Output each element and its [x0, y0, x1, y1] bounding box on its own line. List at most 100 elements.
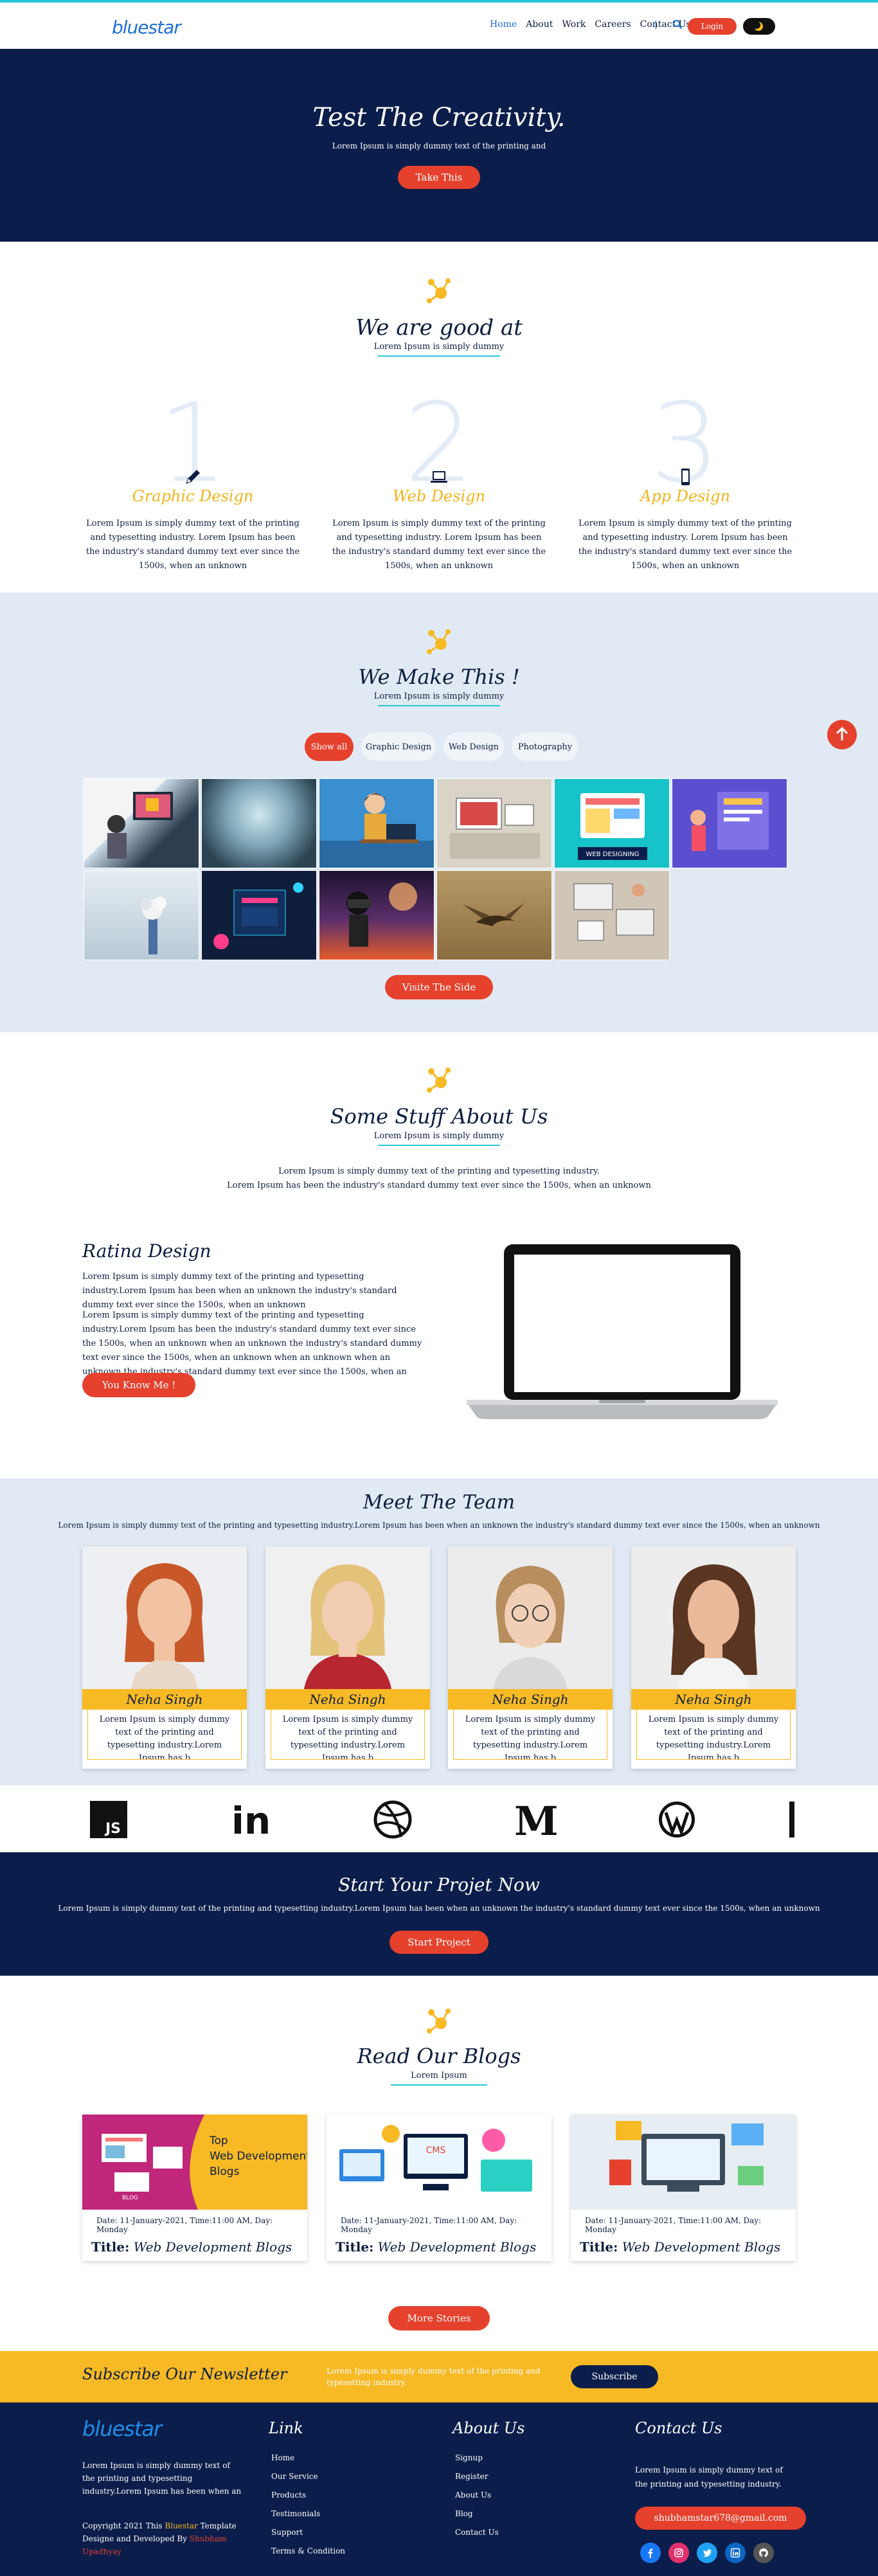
team-card[interactable]: Neha Singh Lorem Ipsum is simply dummy t…	[631, 1546, 796, 1769]
gallery-image-designer-desk[interactable]	[84, 778, 199, 868]
facebook-icon[interactable]	[640, 2543, 661, 2563]
footer-link-title: Link	[269, 2419, 303, 2437]
about-intro: Lorem Ipsum is simply dummy text of the …	[227, 1167, 651, 1190]
gallery-image-tech-board[interactable]	[201, 870, 317, 960]
nav-link-contact[interactable]: Contact Us	[640, 19, 691, 30]
team-member-bio: Lorem Ipsum is simply dummy text of the …	[87, 1710, 242, 1760]
skill-card-web: 2 Web Design Lorem Ipsum is simply dummy…	[323, 389, 555, 573]
footer-link-terms[interactable]: Terms & Condition	[271, 2542, 345, 2561]
linkedin-logo-icon: in	[231, 1800, 273, 1839]
blog-banner-line2: Web Development	[210, 2150, 307, 2163]
team-member-bio: Lorem Ipsum is simply dummy text of the …	[271, 1710, 425, 1760]
search-icon[interactable]	[672, 19, 683, 30]
newsletter-text: Lorem Ipsum is simply dummy text of the …	[327, 2366, 541, 2387]
js-logo-icon: JS	[90, 1800, 127, 1839]
instagram-icon[interactable]	[668, 2543, 689, 2563]
footer-link-products[interactable]: Products	[271, 2486, 345, 2505]
blogs-subtitle: Lorem Ipsum	[0, 2071, 878, 2086]
svg-text:JS: JS	[104, 1821, 121, 1837]
blog-title[interactable]: Title: Web Development Blogs	[327, 2237, 551, 2257]
linkedin-icon[interactable]	[725, 2543, 746, 2563]
footer-contact-title: Contact Us	[635, 2419, 722, 2437]
footer-link-testimonials[interactable]: Testimonials	[271, 2505, 345, 2523]
blog-card[interactable]: Date: 11-January-2021, Time:11:00 AM, Da…	[571, 2115, 796, 2261]
team-photo	[448, 1546, 613, 1689]
hub-icon	[427, 629, 451, 654]
gallery-image-tunnel[interactable]	[201, 778, 317, 868]
footer-link-about-us[interactable]: About Us	[455, 2486, 499, 2505]
nav-link-work[interactable]: Work	[562, 19, 586, 30]
team-member-bio: Lorem Ipsum is simply dummy text of the …	[636, 1710, 791, 1760]
gallery-image-workspace-sketch[interactable]	[436, 778, 552, 868]
footer-about-title: About Us	[452, 2419, 525, 2437]
team-card[interactable]: Neha Singh Lorem Ipsum is simply dummy t…	[448, 1546, 613, 1769]
skills-title: We are good at	[355, 315, 523, 341]
you-know-me-button[interactable]: You Know Me !	[82, 1373, 195, 1397]
blog-title[interactable]: Title: Web Development Blogs	[571, 2237, 796, 2257]
nav-separator: |	[654, 19, 658, 30]
more-stories-button[interactable]: More Stories	[388, 2306, 490, 2330]
footer-logo[interactable]: bluestar	[82, 2417, 162, 2441]
footer-link-home[interactable]: Home	[271, 2449, 345, 2467]
filter-show-all[interactable]: Show all	[305, 733, 354, 761]
team-member-name: Neha Singh	[631, 1689, 796, 1710]
footer-link-contact-us[interactable]: Contact Us	[455, 2523, 499, 2542]
team-member-name: Neha Singh	[265, 1689, 430, 1710]
scroll-to-top-button[interactable]	[827, 720, 857, 749]
blog-title[interactable]: Title: Web Development Blogs	[82, 2237, 307, 2257]
partner-logos-strip	[0, 1785, 878, 1852]
cta-subtitle: Lorem Ipsum is simply dummy text of the …	[58, 1904, 820, 1913]
hub-icon	[427, 2008, 451, 2034]
footer-social-icons	[640, 2543, 774, 2563]
cta-section: Start Your Projet Now Lorem Ipsum is sim…	[0, 1852, 878, 1976]
footer-contact-text: Lorem Ipsum is simply dummy text of the …	[635, 2465, 783, 2489]
twitter-icon[interactable]	[697, 2543, 717, 2563]
subscribe-button[interactable]: Subscribe	[571, 2365, 658, 2388]
gallery-image-illustrated-developer[interactable]	[319, 778, 435, 868]
partial-logo-icon	[789, 1800, 796, 1839]
take-this-button[interactable]: Take This	[398, 166, 480, 189]
filter-photography[interactable]: Photography	[512, 733, 578, 761]
gallery-image-web-designing[interactable]: WEB DESIGNING	[554, 778, 670, 868]
filter-web-design[interactable]: Web Design	[443, 733, 504, 761]
nav-link-about[interactable]: About	[526, 19, 553, 30]
filter-graphic-design[interactable]: Graphic Design	[361, 733, 436, 761]
nav-link-home[interactable]: Home	[490, 19, 517, 30]
footer-link-blog[interactable]: Blog	[455, 2505, 499, 2523]
footer-link-signup[interactable]: Signup	[455, 2449, 499, 2467]
wordpress-logo-icon	[657, 1800, 697, 1839]
blog-date: Date: 11-January-2021, Time:11:00 AM, Da…	[96, 2216, 273, 2234]
about-heading: Ratina Design	[82, 1240, 211, 1262]
portfolio-subtitle: Lorem Ipsum is simply dummy	[0, 692, 878, 706]
visit-site-button[interactable]: Visite The Side	[385, 975, 493, 999]
brand-logo[interactable]: bluestar	[112, 17, 181, 38]
moon-icon	[753, 21, 763, 31]
team-title: Meet The Team	[363, 1491, 515, 1514]
gallery-image-flowers[interactable]	[84, 870, 199, 960]
footer-email-button[interactable]: shubhamstar678@gmail.com	[635, 2507, 806, 2530]
arrow-up-icon	[836, 726, 848, 740]
theme-toggle[interactable]	[743, 18, 775, 35]
gallery-image-vr-user[interactable]	[319, 870, 435, 960]
blog-banner-tag: BLOG	[122, 2195, 138, 2201]
portfolio-filters: Show all Graphic Design Web Design Photo…	[305, 733, 578, 761]
team-card[interactable]: Neha Singh Lorem Ipsum is simply dummy t…	[82, 1546, 247, 1769]
gallery-image-flat-illustration[interactable]	[672, 778, 787, 868]
team-card[interactable]: Neha Singh Lorem Ipsum is simply dummy t…	[265, 1546, 430, 1769]
github-icon[interactable]	[753, 2543, 774, 2563]
about-subtitle: Lorem Ipsum is simply dummy	[0, 1131, 878, 1146]
blog-card[interactable]: CMS Date: 11-January-2021, Time:11:00 AM…	[327, 2115, 551, 2261]
blog-card[interactable]: Top Web Development Blogs BLOG Date: 11-…	[82, 2115, 307, 2261]
footer-link-register[interactable]: Register	[455, 2467, 499, 2486]
gallery-image-duck-flying[interactable]	[436, 870, 552, 960]
footer-link-support[interactable]: Support	[271, 2523, 345, 2542]
login-button[interactable]: Login	[688, 18, 737, 35]
gallery-image-team-laptops[interactable]	[554, 870, 670, 960]
footer-link-our-service[interactable]: Our Service	[271, 2467, 345, 2486]
laptop-icon	[431, 471, 447, 483]
start-project-button[interactable]: Start Project	[390, 1931, 488, 1954]
hero-section: Test The Creativity. Lorem Ipsum is simp…	[0, 49, 878, 242]
nav-link-careers[interactable]: Careers	[595, 19, 631, 30]
skill-description: Lorem Ipsum is simply dummy text of the …	[332, 519, 546, 571]
blog-image	[571, 2115, 796, 2210]
